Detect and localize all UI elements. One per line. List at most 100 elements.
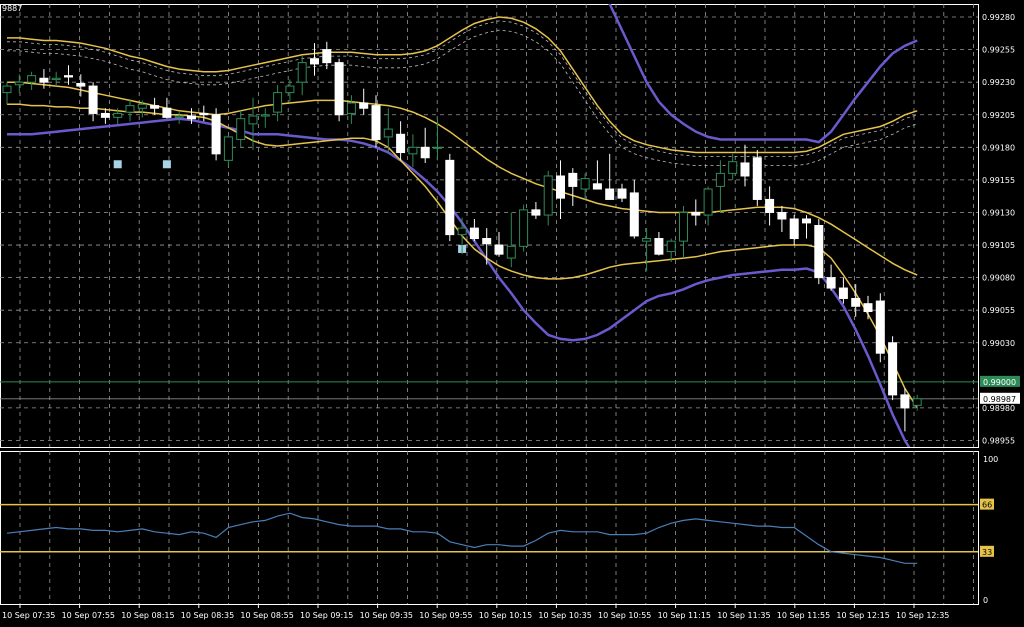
candle-body [383, 128, 393, 138]
time-tick-label: 10 Sep 08:35 [181, 611, 234, 620]
candle-body [408, 146, 418, 155]
time-tick-label: 10 Sep 10:35 [538, 611, 591, 620]
candle-body [888, 342, 898, 396]
candle-body [531, 209, 541, 216]
candle-body [76, 82, 86, 87]
signal-marker [162, 160, 171, 169]
signal-marker [113, 160, 122, 169]
candle-body [433, 146, 442, 149]
candle-body [580, 178, 590, 190]
candle-body [765, 198, 775, 213]
candle-body [346, 102, 356, 114]
candle-body [64, 75, 73, 78]
candle-body [260, 114, 270, 117]
candle-body [851, 297, 861, 307]
candle-body [728, 161, 738, 174]
trading-chart: 100 66 33 0 0.99280 0.99255 0.99230 0.99205 0.9… [0, 0, 1024, 627]
candle-body [482, 238, 492, 245]
candle-body [752, 157, 762, 200]
candle-body [100, 112, 110, 118]
time-tick-label: 10 Sep 11:35 [717, 611, 770, 620]
candle-body [691, 211, 701, 216]
candle-body [297, 62, 307, 83]
candle-body [543, 175, 553, 216]
candle-body [88, 85, 98, 114]
price-tick-label: 0.99055 [982, 306, 1015, 315]
candle-body [900, 394, 910, 409]
oscillator-tick-label: 100 [983, 455, 998, 464]
time-tick-label: 10 Sep 11:55 [777, 611, 830, 620]
candle-body [248, 115, 258, 125]
time-tick-label: 10 Sep 07:35 [2, 611, 55, 620]
time-tick-label: 10 Sep 12:15 [836, 611, 889, 620]
time-tick-label: 10 Sep 10:15 [479, 611, 532, 620]
candle-body [162, 107, 172, 118]
candle-body [629, 192, 639, 237]
candle-body [334, 62, 344, 116]
price-tick-label: 0.99105 [982, 241, 1015, 250]
price-tick-label: 0.98980 [982, 404, 1015, 413]
candle-body [568, 172, 578, 187]
candle-body [51, 77, 61, 81]
candle-body [125, 105, 135, 113]
time-tick-label: 10 Sep 12:35 [896, 611, 949, 620]
candle-body [371, 105, 381, 141]
price-tick-label: 0.99080 [982, 274, 1015, 283]
time-tick-label: 10 Sep 10:55 [598, 611, 651, 620]
price-tick-label: 0.99180 [982, 143, 1015, 152]
time-tick-label: 10 Sep 11:15 [658, 611, 711, 620]
candle-body [39, 77, 49, 83]
candle-body [469, 227, 479, 240]
time-tick-label: 10 Sep 08:15 [121, 611, 174, 620]
candle-body [223, 136, 233, 161]
chart-background [0, 0, 1024, 627]
candle-body [359, 102, 369, 109]
price-tick-label: 0.99155 [982, 176, 1015, 185]
candle-body [642, 238, 652, 242]
candle-body [137, 103, 147, 109]
candle-body [174, 115, 184, 118]
candle-body [113, 112, 123, 118]
candle-body [789, 218, 799, 240]
current-price-tag-text: 0.98987 [983, 395, 1016, 404]
candle-body [703, 188, 713, 216]
candle-body [27, 75, 37, 83]
candle-body [875, 300, 885, 354]
time-tick-label: 10 Sep 08:55 [240, 611, 293, 620]
candle-body [506, 245, 516, 259]
candle-body [420, 146, 430, 159]
time-tick-label: 10 Sep 07:55 [62, 611, 115, 620]
price-tick-label: 0.99230 [982, 78, 1015, 87]
price-tick-label: 0.99255 [982, 46, 1015, 55]
oscillator-level-tag-text: 66 [982, 501, 992, 510]
price-tick-label: 0.99205 [982, 111, 1015, 120]
price-tick-label: 0.99130 [982, 208, 1015, 217]
candle-body [211, 114, 221, 155]
candle-body [310, 58, 319, 65]
candle-body [654, 238, 664, 255]
candle-body [666, 240, 676, 253]
candle-body [519, 209, 529, 247]
time-tick-label: 10 Sep 09:35 [360, 611, 413, 620]
candle-body [199, 112, 209, 116]
candle-body [740, 162, 750, 177]
candle-body [285, 85, 295, 94]
candle-body [802, 218, 811, 224]
candle-body [912, 398, 922, 406]
candle-body [863, 303, 873, 312]
candle-body [396, 133, 406, 154]
candle-body [273, 92, 283, 113]
candle-body [445, 159, 455, 236]
time-tick-label: 10 Sep 09:55 [419, 611, 472, 620]
candle-body [838, 287, 848, 299]
candle-body [814, 225, 824, 279]
candle-body [617, 188, 627, 199]
price-tick-label: 0.99280 [982, 13, 1015, 22]
price-tick-label: 0.98955 [982, 436, 1015, 445]
candle-body [187, 115, 196, 120]
candle-body [715, 172, 725, 187]
oscillator-tick-label: 0 [983, 596, 988, 605]
symbol-corner-label: 9887 [2, 4, 22, 13]
candle-body [14, 81, 24, 86]
candle-body [679, 211, 688, 242]
